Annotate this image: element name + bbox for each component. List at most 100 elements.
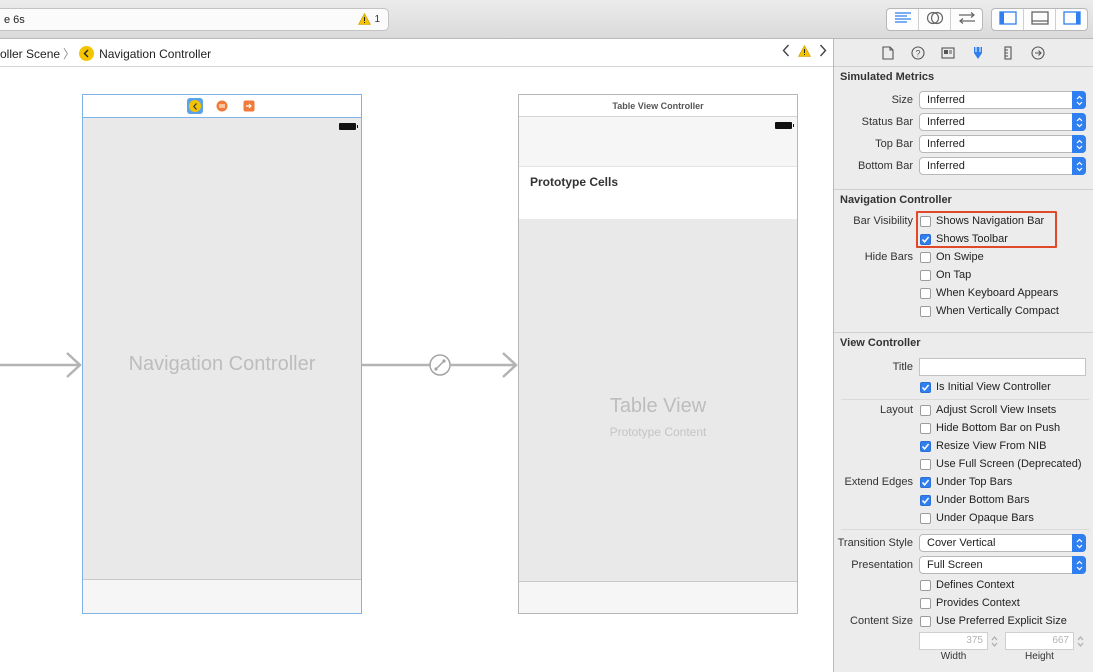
identity-inspector-icon[interactable] xyxy=(939,44,957,62)
table-view[interactable]: Table View Prototype Content xyxy=(519,219,797,581)
checkbox-icon xyxy=(920,458,931,470)
warning-icon[interactable] xyxy=(797,44,812,60)
table-view-label: Table View xyxy=(609,395,707,417)
view-controller-title: View Controller xyxy=(840,337,921,349)
crumb-scene[interactable]: oller Scene xyxy=(0,47,60,61)
checkbox-icon xyxy=(920,422,931,434)
width-field[interactable]: 375 xyxy=(919,632,988,650)
checkmark-icon xyxy=(920,476,931,488)
popup-arrows-icon xyxy=(1072,91,1086,109)
top-bar-popup[interactable]: Inferred xyxy=(919,135,1086,153)
previous-issue-icon[interactable] xyxy=(782,44,790,60)
inspector-tabs: ? xyxy=(834,39,1093,67)
navigation-controller-label: Navigation Controller xyxy=(128,353,316,375)
scene-dock xyxy=(83,95,361,118)
attributes-inspector-icon[interactable] xyxy=(969,44,987,62)
toggle-utilities-button[interactable] xyxy=(1056,9,1087,30)
under-top-bars-checkbox[interactable]: Under Top Bars xyxy=(920,476,1012,488)
bar-visibility-label: Bar Visibility xyxy=(853,215,913,227)
version-editor-button[interactable] xyxy=(951,9,982,30)
content-size-label: Content Size xyxy=(850,615,913,627)
adjust-scroll-insets-label: Adjust Scroll View Insets xyxy=(936,404,1057,416)
size-popup[interactable]: Inferred xyxy=(919,91,1086,109)
on-swipe-label: On Swipe xyxy=(936,251,984,263)
layout-label: Layout xyxy=(879,404,913,416)
height-stepper-icon[interactable] xyxy=(1075,632,1085,650)
provides-context-checkbox[interactable]: Provides Context xyxy=(920,597,1020,609)
issue-navigation xyxy=(782,44,827,60)
navigation-toolbar xyxy=(83,579,361,613)
storyboard-canvas[interactable]: Navigation Controller Table View Control… xyxy=(0,68,833,672)
status-bar-label: Status Bar xyxy=(861,116,913,128)
status-bar-popup[interactable]: Inferred xyxy=(919,113,1086,131)
use-preferred-size-checkbox[interactable]: Use Preferred Explicit Size xyxy=(920,615,1067,627)
next-issue-icon[interactable] xyxy=(819,44,827,60)
size-value: Inferred xyxy=(927,94,965,106)
is-initial-vc-checkbox[interactable]: Is Initial View Controller xyxy=(920,381,1051,393)
when-vertically-compact-checkbox[interactable]: When Vertically Compact xyxy=(920,305,1059,317)
when-vertically-compact-label: When Vertically Compact xyxy=(936,305,1059,317)
title-field[interactable] xyxy=(919,358,1086,376)
on-swipe-checkbox[interactable]: On Swipe xyxy=(920,251,984,263)
status-bar-area xyxy=(519,117,797,167)
presentation-popup[interactable]: Full Screen xyxy=(919,556,1086,574)
checkmark-icon xyxy=(920,381,931,393)
top-bar-label: Top Bar xyxy=(875,138,913,150)
is-initial-vc-label: Is Initial View Controller xyxy=(936,381,1051,393)
under-top-bars-label: Under Top Bars xyxy=(936,476,1013,488)
file-inspector-icon[interactable] xyxy=(879,44,897,62)
under-bottom-bars-checkbox[interactable]: Under Bottom Bars xyxy=(920,494,1030,506)
popup-arrows-icon xyxy=(1072,534,1086,552)
under-opaque-bars-checkbox[interactable]: Under Opaque Bars xyxy=(920,512,1034,524)
battery-icon xyxy=(775,122,794,129)
checkmark-icon xyxy=(920,440,931,452)
resize-from-nib-checkbox[interactable]: Resize View From NIB xyxy=(920,440,1046,452)
provides-context-label: Provides Context xyxy=(936,597,1020,609)
warning-badge[interactable]: 1 xyxy=(358,13,380,25)
on-tap-label: On Tap xyxy=(936,269,972,281)
highlight-box xyxy=(916,211,1057,248)
standard-editor-button[interactable] xyxy=(887,9,919,30)
editor-mode-segmented xyxy=(886,8,983,31)
left-panel-icon xyxy=(998,11,1017,28)
first-responder-icon[interactable] xyxy=(214,98,230,114)
lines-icon xyxy=(894,12,912,27)
toggle-navigator-button[interactable] xyxy=(992,9,1024,30)
popup-arrows-icon xyxy=(1072,113,1086,131)
defines-context-checkbox[interactable]: Defines Context xyxy=(920,579,1014,591)
defines-context-label: Defines Context xyxy=(936,579,1015,591)
assistant-editor-button[interactable] xyxy=(919,9,951,30)
exit-icon[interactable] xyxy=(241,98,257,114)
connections-inspector-icon[interactable] xyxy=(1029,44,1047,62)
under-bottom-bars-label: Under Bottom Bars xyxy=(936,494,1030,506)
width-stepper-icon[interactable] xyxy=(989,632,999,650)
on-tap-checkbox[interactable]: On Tap xyxy=(920,269,971,281)
bottom-bar-value: Inferred xyxy=(927,160,965,172)
height-field[interactable]: 667 xyxy=(1005,632,1074,650)
transition-style-popup[interactable]: Cover Vertical xyxy=(919,534,1086,552)
adjust-scroll-insets-checkbox[interactable]: Adjust Scroll View Insets xyxy=(920,404,1056,416)
popup-arrows-icon xyxy=(1072,556,1086,574)
initial-vc-arrow xyxy=(0,352,82,378)
hide-bottom-bar-checkbox[interactable]: Hide Bottom Bar on Push xyxy=(920,422,1060,434)
simulated-metrics-title: Simulated Metrics xyxy=(840,71,935,83)
checkbox-icon xyxy=(920,404,931,416)
crumb-controller[interactable]: Navigation Controller xyxy=(99,47,211,61)
activity-view[interactable]: e 6s 1 xyxy=(0,8,389,31)
when-keyboard-appears-checkbox[interactable]: When Keyboard Appears xyxy=(920,287,1058,299)
bottom-bar-popup[interactable]: Inferred xyxy=(919,157,1086,175)
table-view-controller-scene[interactable]: Table View Controller Prototype Cells Ta… xyxy=(518,94,798,614)
navigation-controller-scene[interactable]: Navigation Controller xyxy=(82,94,362,614)
prototype-cells-header[interactable]: Prototype Cells xyxy=(519,167,797,219)
relationship-segue[interactable] xyxy=(362,352,518,378)
use-full-screen-label: Use Full Screen (Deprecated) xyxy=(936,458,1082,470)
size-inspector-icon[interactable] xyxy=(999,44,1017,62)
checkbox-icon xyxy=(920,615,931,627)
quick-help-icon[interactable]: ? xyxy=(909,44,927,62)
use-full-screen-checkbox[interactable]: Use Full Screen (Deprecated) xyxy=(920,458,1082,470)
navigation-controller-dock-icon[interactable] xyxy=(187,98,203,114)
toggle-debug-area-button[interactable] xyxy=(1024,9,1056,30)
popup-arrows-icon xyxy=(1072,157,1086,175)
hide-bars-label: Hide Bars xyxy=(864,251,913,263)
bottom-panel-icon xyxy=(1030,11,1049,28)
